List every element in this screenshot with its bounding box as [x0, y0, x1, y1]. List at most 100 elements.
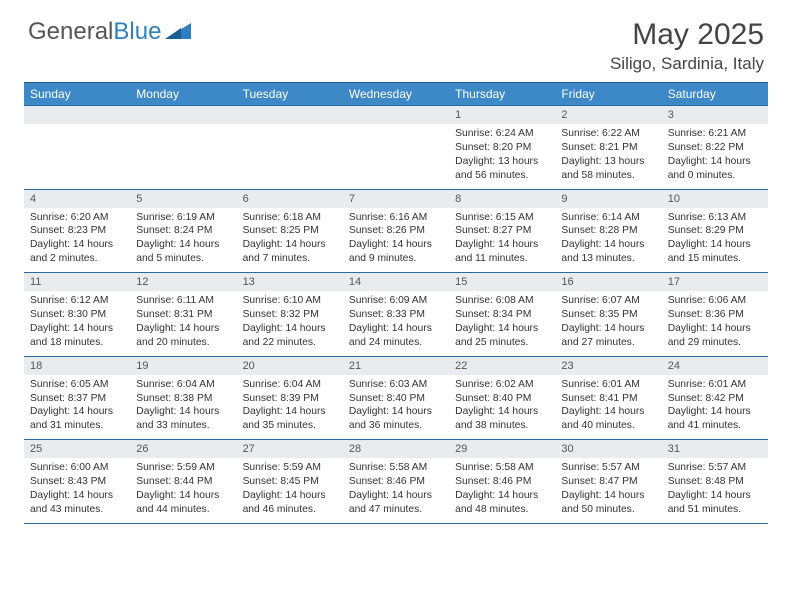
day-cell: 3Sunrise: 6:21 AMSunset: 8:22 PMDaylight… [662, 106, 768, 189]
sunset-text: Sunset: 8:43 PM [30, 475, 124, 489]
sunrise-text: Sunrise: 6:00 AM [30, 461, 124, 475]
sunset-text: Sunset: 8:22 PM [668, 141, 762, 155]
daylight-text: Daylight: 14 hours and 46 minutes. [243, 489, 337, 517]
day-cell [237, 106, 343, 189]
daylight-text: Daylight: 14 hours and 7 minutes. [243, 238, 337, 266]
sunset-text: Sunset: 8:33 PM [349, 308, 443, 322]
sunrise-text: Sunrise: 6:14 AM [561, 211, 655, 225]
day-body: Sunrise: 6:04 AMSunset: 8:39 PMDaylight:… [237, 375, 343, 440]
day-body: Sunrise: 6:03 AMSunset: 8:40 PMDaylight:… [343, 375, 449, 440]
week-row: 4Sunrise: 6:20 AMSunset: 8:23 PMDaylight… [24, 189, 768, 273]
sunrise-text: Sunrise: 5:58 AM [349, 461, 443, 475]
sunrise-text: Sunrise: 6:22 AM [561, 127, 655, 141]
sunrise-text: Sunrise: 6:02 AM [455, 378, 549, 392]
day-number: 19 [130, 357, 236, 375]
dow-monday: Monday [130, 83, 236, 105]
sunset-text: Sunset: 8:31 PM [136, 308, 230, 322]
daylight-text: Daylight: 14 hours and 18 minutes. [30, 322, 124, 350]
dow-row: Sunday Monday Tuesday Wednesday Thursday… [24, 82, 768, 105]
day-cell: 24 Sunrise: 6:01 AMSunset: 8:42 PMDayligh… [662, 357, 768, 440]
sunrise-text: Sunrise: 6:12 AM [30, 294, 124, 308]
day-body [343, 124, 449, 186]
sunrise-text: Sunrise: 6:04 AM [243, 378, 337, 392]
day-number [237, 106, 343, 124]
day-cell: 9Sunrise: 6:14 AMSunset: 8:28 PMDaylight… [555, 190, 661, 273]
day-number: 24 [662, 357, 768, 375]
day-cell: 27Sunrise: 5:59 AMSunset: 8:45 PMDayligh… [237, 440, 343, 523]
daylight-text: Daylight: 14 hours and 13 minutes. [561, 238, 655, 266]
day-number: 12 [130, 273, 236, 291]
calendar: Sunday Monday Tuesday Wednesday Thursday… [0, 82, 792, 523]
daylight-text: Daylight: 14 hours and 20 minutes. [136, 322, 230, 350]
day-cell: 29Sunrise: 5:58 AMSunset: 8:46 PMDayligh… [449, 440, 555, 523]
triangle-icon [165, 18, 191, 46]
daylight-text: Daylight: 14 hours and 15 minutes. [668, 238, 762, 266]
sunrise-text: Sunrise: 6:24 AM [455, 127, 549, 141]
day-cell: 1Sunrise: 6:24 AMSunset: 8:20 PMDaylight… [449, 106, 555, 189]
daylight-text: Daylight: 14 hours and 5 minutes. [136, 238, 230, 266]
sunset-text: Sunset: 8:48 PM [668, 475, 762, 489]
day-body: Sunrise: 6:19 AMSunset: 8:24 PMDaylight:… [130, 208, 236, 273]
day-cell: 23Sunrise: 6:01 AMSunset: 8:41 PMDayligh… [555, 357, 661, 440]
day-cell: 18Sunrise: 6:05 AMSunset: 8:37 PMDayligh… [24, 357, 130, 440]
day-number: 2 [555, 106, 661, 124]
sunrise-text: Sunrise: 6:19 AM [136, 211, 230, 225]
dow-thursday: Thursday [449, 83, 555, 105]
daylight-text: Daylight: 14 hours and 25 minutes. [455, 322, 549, 350]
day-cell [343, 106, 449, 189]
sunset-text: Sunset: 8:21 PM [561, 141, 655, 155]
day-body: Sunrise: 6:20 AMSunset: 8:23 PMDaylight:… [24, 208, 130, 273]
day-body: Sunrise: 6:14 AMSunset: 8:28 PMDaylight:… [555, 208, 661, 273]
sunrise-text: Sunrise: 6:05 AM [30, 378, 124, 392]
day-number: 5 [130, 190, 236, 208]
calendar-bottom-border [24, 523, 768, 524]
daylight-text: Daylight: 14 hours and 47 minutes. [349, 489, 443, 517]
week-row: 18Sunrise: 6:05 AMSunset: 8:37 PMDayligh… [24, 356, 768, 440]
day-number: 30 [555, 440, 661, 458]
day-cell: 17Sunrise: 6:06 AMSunset: 8:36 PMDayligh… [662, 273, 768, 356]
sunset-text: Sunset: 8:38 PM [136, 392, 230, 406]
sunrise-text: Sunrise: 6:01 AM [668, 378, 762, 392]
day-number: 8 [449, 190, 555, 208]
day-body: Sunrise: 6:00 AMSunset: 8:43 PMDaylight:… [24, 458, 130, 523]
day-body: Sunrise: 5:58 AMSunset: 8:46 PMDaylight:… [449, 458, 555, 523]
day-number [130, 106, 236, 124]
day-cell: 2Sunrise: 6:22 AMSunset: 8:21 PMDaylight… [555, 106, 661, 189]
day-body [24, 124, 130, 186]
day-body: Sunrise: 6:11 AMSunset: 8:31 PMDaylight:… [130, 291, 236, 356]
day-body: Sunrise: 5:59 AMSunset: 8:44 PMDaylight:… [130, 458, 236, 523]
daylight-text: Daylight: 14 hours and 43 minutes. [30, 489, 124, 517]
day-body: Sunrise: 6:13 AMSunset: 8:29 PMDaylight:… [662, 208, 768, 273]
daylight-text: Daylight: 14 hours and 0 minutes. [668, 155, 762, 183]
day-body: Sunrise: 6:24 AMSunset: 8:20 PMDaylight:… [449, 124, 555, 189]
sunset-text: Sunset: 8:46 PM [455, 475, 549, 489]
week-row: 11Sunrise: 6:12 AMSunset: 8:30 PMDayligh… [24, 272, 768, 356]
location: Siligo, Sardinia, Italy [610, 54, 764, 74]
sunset-text: Sunset: 8:36 PM [668, 308, 762, 322]
day-cell: 25Sunrise: 6:00 AMSunset: 8:43 PMDayligh… [24, 440, 130, 523]
dow-friday: Friday [555, 83, 661, 105]
day-cell [24, 106, 130, 189]
sunset-text: Sunset: 8:20 PM [455, 141, 549, 155]
daylight-text: Daylight: 14 hours and 22 minutes. [243, 322, 337, 350]
logo: GeneralBlue [28, 18, 191, 46]
day-number: 14 [343, 273, 449, 291]
sunset-text: Sunset: 8:24 PM [136, 224, 230, 238]
day-cell: 20Sunrise: 6:04 AMSunset: 8:39 PMDayligh… [237, 357, 343, 440]
day-number [24, 106, 130, 124]
daylight-text: Daylight: 14 hours and 41 minutes. [668, 405, 762, 433]
daylight-text: Daylight: 14 hours and 35 minutes. [243, 405, 337, 433]
day-number: 7 [343, 190, 449, 208]
day-body: Sunrise: 5:58 AMSunset: 8:46 PMDaylight:… [343, 458, 449, 523]
day-body: Sunrise: 5:59 AMSunset: 8:45 PMDaylight:… [237, 458, 343, 523]
daylight-text: Daylight: 14 hours and 48 minutes. [455, 489, 549, 517]
day-cell: 15Sunrise: 6:08 AMSunset: 8:34 PMDayligh… [449, 273, 555, 356]
day-body [130, 124, 236, 186]
day-body: Sunrise: 6:01 AMSunset: 8:41 PMDaylight:… [555, 375, 661, 440]
day-cell: 14Sunrise: 6:09 AMSunset: 8:33 PMDayligh… [343, 273, 449, 356]
sunrise-text: Sunrise: 6:06 AM [668, 294, 762, 308]
sunrise-text: Sunrise: 5:57 AM [668, 461, 762, 475]
day-cell: 10Sunrise: 6:13 AMSunset: 8:29 PMDayligh… [662, 190, 768, 273]
sunrise-text: Sunrise: 5:57 AM [561, 461, 655, 475]
sunset-text: Sunset: 8:42 PM [668, 392, 762, 406]
